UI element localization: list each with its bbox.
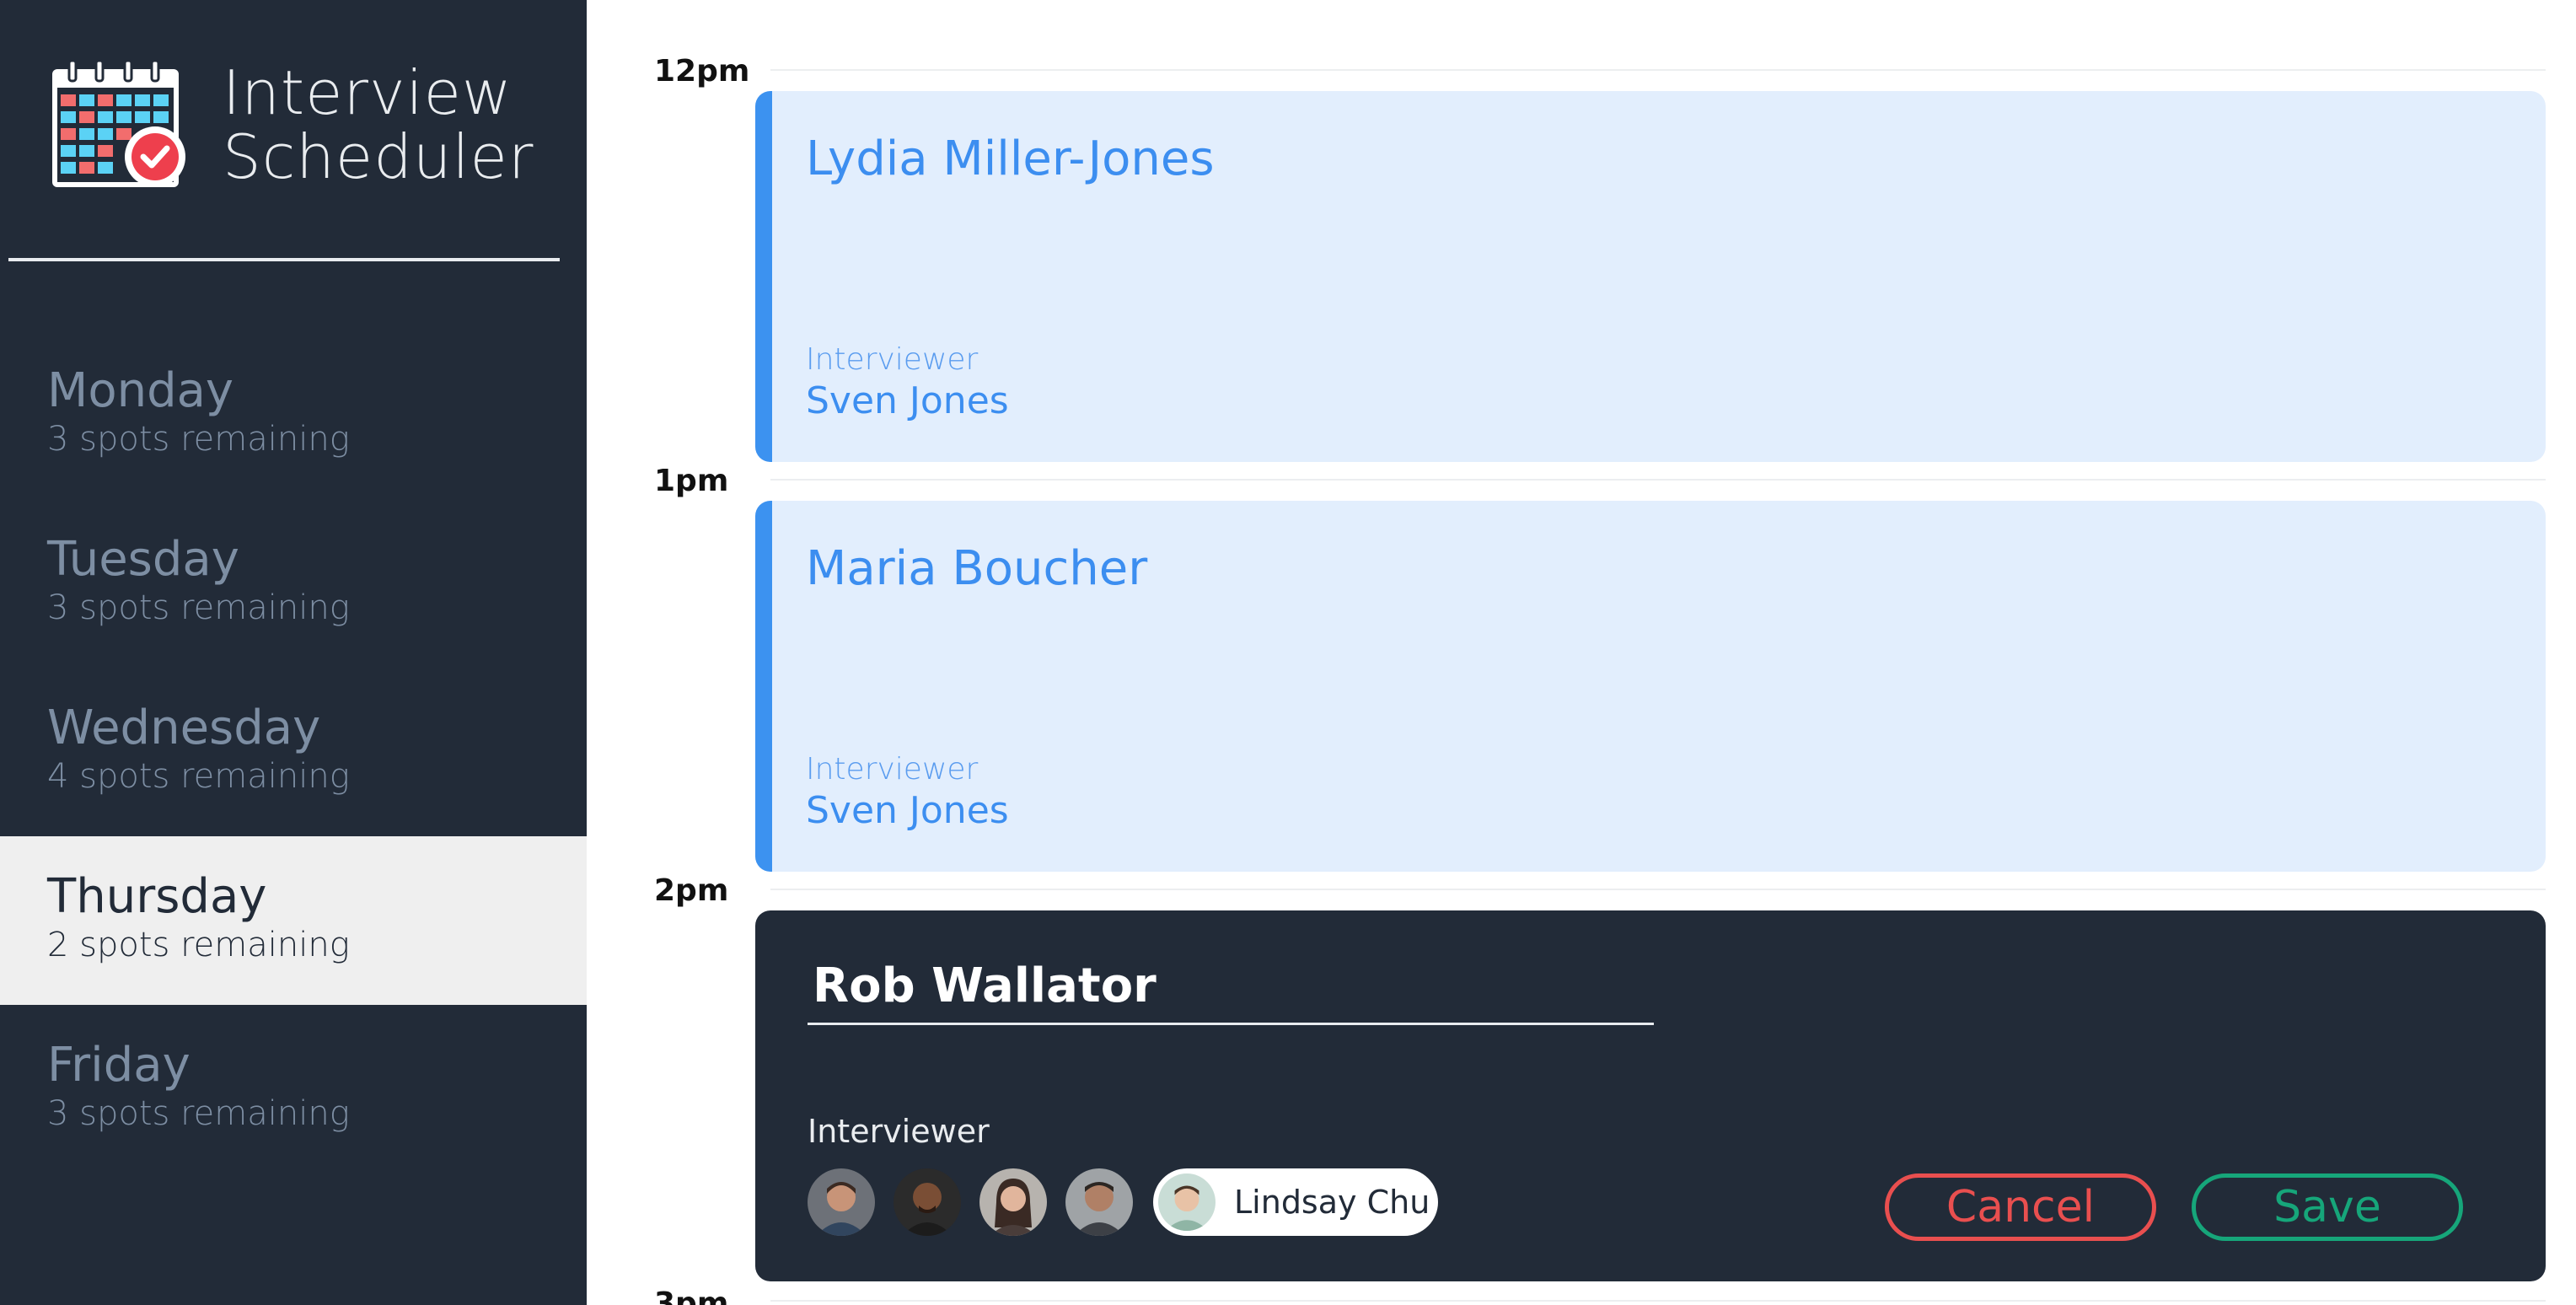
day-spots: 2 spots remaining (47, 926, 350, 964)
day-item-wednesday[interactable]: Wednesday 4 spots remaining (0, 668, 587, 836)
interviewer-avatar[interactable] (894, 1168, 961, 1236)
time-divider (770, 479, 2546, 481)
app-title: Interview Scheduler (223, 61, 593, 189)
calendar-check-icon (52, 59, 185, 187)
sidebar-divider (8, 258, 560, 261)
interviewer-label: Interviewer (806, 752, 979, 787)
student-name: Lydia Miller-Jones (806, 132, 1215, 186)
app-title-line1: Interview (223, 57, 513, 128)
day-name: Wednesday (47, 701, 321, 755)
time-label: 2pm (654, 873, 729, 908)
selected-interviewer-name: Lindsay Chu (1234, 1184, 1430, 1221)
appointment-card[interactable]: Maria Boucher Interviewer Sven Jones (755, 501, 2546, 872)
appointment-card[interactable]: Lydia Miller-Jones Interviewer Sven Jone… (755, 91, 2546, 462)
appointment-edit-form: Interviewer (755, 910, 2546, 1281)
day-item-thursday[interactable]: Thursday 2 spots remaining (0, 836, 587, 1005)
time-label: 12pm (654, 54, 750, 89)
time-slot: 12pm Lydia Miller-Jones Interviewer Sven… (587, 0, 2576, 462)
interviewer-label: Interviewer (806, 342, 979, 377)
day-spots: 3 spots remaining (47, 588, 350, 627)
time-slot: 2pm Interviewer (587, 819, 2576, 1281)
time-divider (770, 69, 2546, 71)
interviewer-avatar[interactable] (1065, 1168, 1133, 1236)
time-slot: 1pm Maria Boucher Interviewer Sven Jones (587, 410, 2576, 872)
day-name: Thursday (47, 869, 267, 924)
student-name-input[interactable] (808, 949, 1654, 1025)
sidebar: Interview Scheduler Monday 3 spots remai… (0, 0, 587, 1305)
avatar-image (1065, 1168, 1133, 1236)
interviewer-label: Interviewer (808, 1113, 990, 1150)
time-divider (770, 889, 2546, 890)
avatar-image (979, 1168, 1047, 1236)
brand: Interview Scheduler (49, 59, 572, 194)
schedule: 12pm Lydia Miller-Jones Interviewer Sven… (587, 0, 2576, 1305)
interviewer-avatar[interactable] (979, 1168, 1047, 1236)
time-slot: 3pm (587, 1229, 2576, 1305)
day-item-friday[interactable]: Friday 3 spots remaining (0, 1005, 587, 1173)
day-spots: 4 spots remaining (47, 757, 350, 796)
avatar-image (808, 1168, 875, 1236)
day-item-tuesday[interactable]: Tuesday 3 spots remaining (0, 499, 587, 668)
avatar-image (894, 1168, 961, 1236)
time-label: 3pm (654, 1286, 729, 1305)
day-name: Friday (47, 1038, 191, 1093)
card-accent-bar (755, 91, 772, 462)
interviewer-list: Lindsay Chu (808, 1168, 1465, 1236)
interviewer-avatar[interactable] (808, 1168, 875, 1236)
time-label: 1pm (654, 464, 729, 498)
day-list: Monday 3 spots remaining Tuesday 3 spots… (0, 330, 587, 1173)
day-spots: 3 spots remaining (47, 1094, 350, 1133)
day-spots: 3 spots remaining (47, 420, 350, 459)
interviewer-avatar (1158, 1173, 1216, 1231)
time-divider (770, 1300, 2546, 1302)
avatar-image (1158, 1173, 1216, 1231)
selected-interviewer-chip[interactable]: Lindsay Chu (1153, 1168, 1438, 1236)
student-name: Maria Boucher (806, 541, 1148, 596)
app-title-line2: Scheduler (223, 121, 534, 192)
day-name: Tuesday (47, 532, 239, 587)
card-accent-bar (755, 501, 772, 872)
day-item-monday[interactable]: Monday 3 spots remaining (0, 330, 587, 499)
day-name: Monday (47, 363, 234, 418)
